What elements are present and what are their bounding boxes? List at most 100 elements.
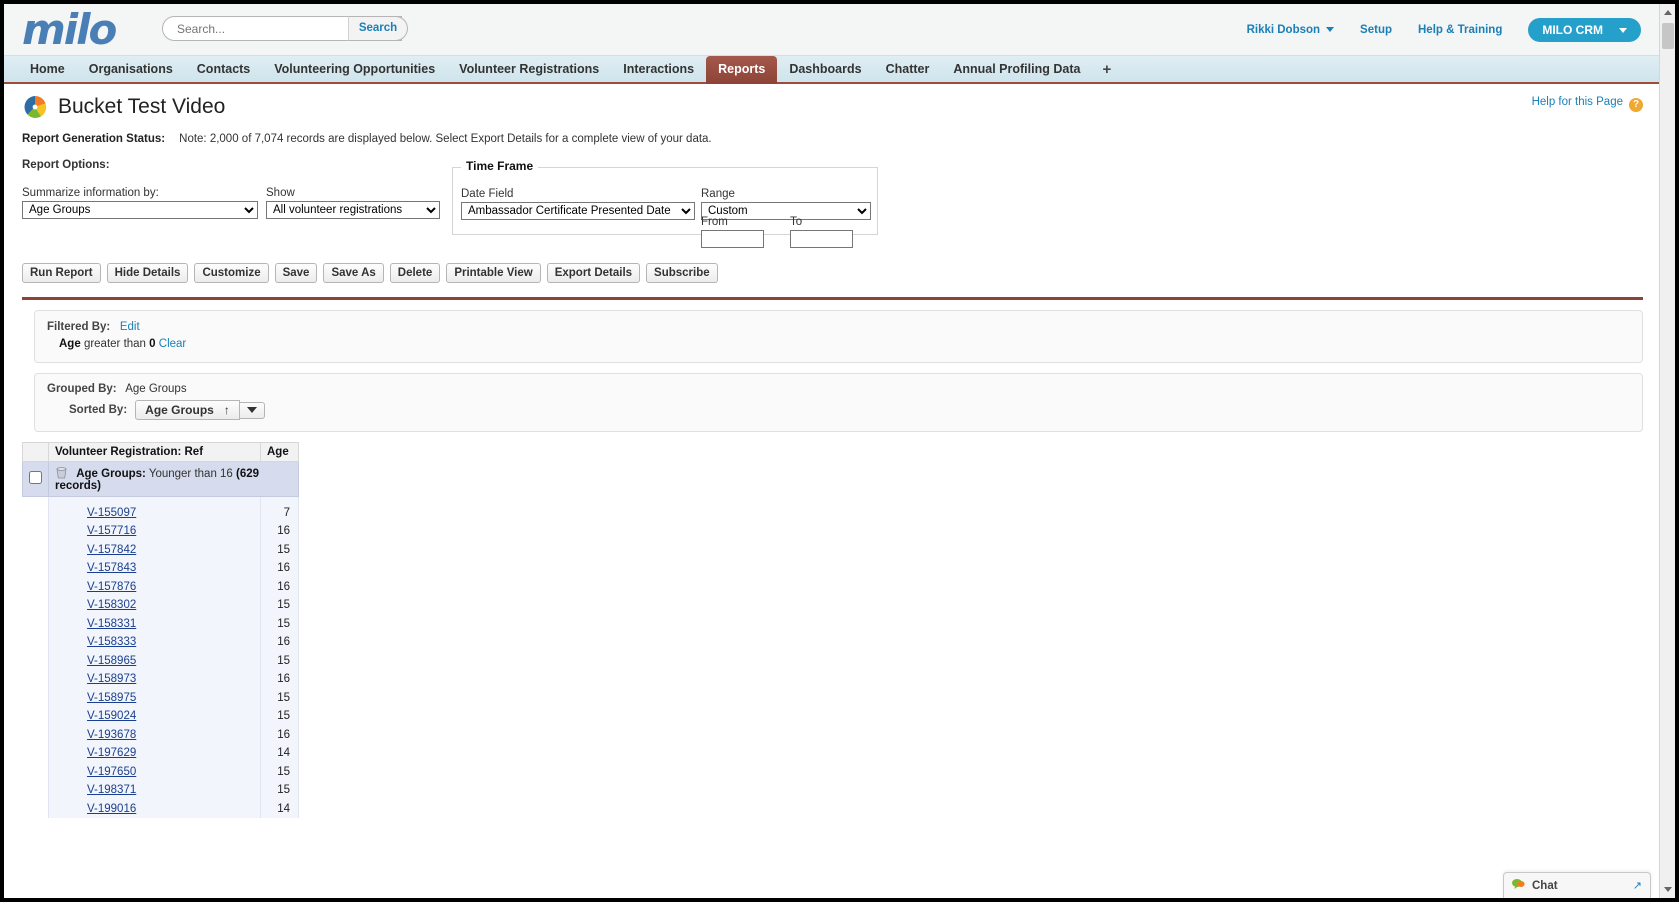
table-row[interactable]: V-197650 15 [22,762,299,781]
chat-expand-icon[interactable]: ↗ [1633,879,1642,892]
column-header-ref[interactable]: Volunteer Registration: Ref [48,442,261,462]
row-ref-cell[interactable]: V-199016 [48,799,261,818]
registration-ref-link[interactable]: V-157876 [87,581,136,593]
to-group: To [790,216,853,248]
registration-ref-link[interactable]: V-158975 [87,692,136,704]
registration-ref-link[interactable]: V-157842 [87,544,136,556]
row-ref-cell[interactable]: V-158302 [48,596,261,615]
hide-details-button[interactable]: Hide Details [106,263,189,283]
row-ref-cell[interactable]: V-197629 [48,744,261,763]
setup-link[interactable]: Setup [1360,24,1392,36]
save-button[interactable]: Save [274,263,318,283]
printable-view-button[interactable]: Printable View [446,263,541,283]
scroll-down-button[interactable] [1660,881,1675,898]
table-row[interactable]: V-198371 15 [22,781,299,800]
row-ref-cell[interactable]: V-157876 [48,577,261,596]
table-row[interactable]: V-158973 16 [22,670,299,689]
registration-ref-link[interactable]: V-158331 [87,618,136,630]
table-row[interactable]: V-193678 16 [22,725,299,744]
sort-dropdown-button[interactable] [239,401,265,419]
registration-ref-link[interactable]: V-158973 [87,673,136,685]
table-row[interactable]: V-158331 15 [22,614,299,633]
row-ref-cell[interactable]: V-157842 [48,540,261,559]
vertical-scrollbar[interactable] [1659,4,1675,898]
app-switcher-button[interactable]: MILO CRM [1528,18,1641,42]
table-row[interactable]: V-157876 16 [22,577,299,596]
tab-interactions[interactable]: Interactions [611,56,706,84]
user-menu[interactable]: Rikki Dobson [1247,24,1335,36]
registration-ref-link[interactable]: V-158333 [87,636,136,648]
tab-home[interactable]: Home [18,56,77,84]
show-select[interactable]: All volunteer registrations [266,201,440,219]
table-row[interactable]: V-159024 15 [22,707,299,726]
milo-logo[interactable]: milo [22,6,117,54]
row-ref-cell[interactable]: V-158975 [48,688,261,707]
table-row[interactable]: V-158965 15 [22,651,299,670]
registration-ref-link[interactable]: V-155097 [87,507,136,519]
row-ref-cell[interactable]: V-157716 [48,522,261,541]
table-row[interactable]: V-158333 16 [22,633,299,652]
table-row[interactable]: V-158302 15 [22,596,299,615]
registration-ref-link[interactable]: V-193678 [87,729,136,741]
scroll-up-button[interactable] [1660,4,1675,21]
tab-reports[interactable]: Reports [706,56,778,84]
delete-button[interactable]: Delete [389,263,441,283]
export-details-button[interactable]: Export Details [546,263,641,283]
summarize-select[interactable]: Age Groups [22,201,258,219]
group-checkbox[interactable] [29,471,42,484]
help-training-link[interactable]: Help & Training [1418,24,1502,36]
tab-organisations[interactable]: Organisations [77,56,185,84]
registration-ref-link[interactable]: V-197629 [87,747,136,759]
tab-contacts[interactable]: Contacts [185,56,262,84]
scrollbar-thumb[interactable] [1662,23,1674,49]
sort-by-button[interactable]: Age Groups ↑ [135,400,240,420]
date-field-select[interactable]: Ambassador Certificate Presented Date [461,202,695,220]
row-ref-cell[interactable]: V-198371 [48,781,261,800]
group-select-cell[interactable] [22,461,49,497]
to-date-input[interactable] [790,230,853,248]
table-row[interactable]: V-155097 7 [22,503,299,522]
row-ref-cell[interactable]: V-158973 [48,670,261,689]
row-ref-cell[interactable]: V-155097 [48,503,261,522]
tab-volunteering-opportunities[interactable]: Volunteering Opportunities [262,56,447,84]
chat-widget[interactable]: Chat ↗ [1503,872,1651,898]
customize-button[interactable]: Customize [194,263,269,283]
registration-ref-link[interactable]: V-197650 [87,766,136,778]
table-row[interactable]: V-157843 16 [22,559,299,578]
app-switcher-label: MILO CRM [1542,23,1603,37]
tab-chatter[interactable]: Chatter [874,56,942,84]
tab-annual-profiling-data[interactable]: Annual Profiling Data [941,56,1092,84]
filter-clear-link[interactable]: Clear [159,338,186,350]
table-row[interactable]: V-157716 16 [22,522,299,541]
registration-ref-link[interactable]: V-158965 [87,655,136,667]
subscribe-button[interactable]: Subscribe [646,263,718,283]
row-ref-cell[interactable]: V-197650 [48,762,261,781]
help-for-this-page-link[interactable]: Help for this Page? [1532,96,1643,112]
registration-ref-link[interactable]: V-198371 [87,784,136,796]
add-tab-button[interactable]: + [1092,58,1121,84]
row-ref-cell[interactable]: V-193678 [48,725,261,744]
tab-dashboards[interactable]: Dashboards [777,56,873,84]
registration-ref-link[interactable]: V-199016 [87,803,136,815]
save-as-button[interactable]: Save As [323,263,384,283]
table-row[interactable]: V-158975 15 [22,688,299,707]
column-header-age[interactable]: Age [260,442,299,462]
registration-ref-link[interactable]: V-158302 [87,599,136,611]
table-row[interactable]: V-157842 15 [22,540,299,559]
registration-ref-link[interactable]: V-159024 [87,710,136,722]
search-button[interactable]: Search [348,16,408,41]
row-ref-cell[interactable]: V-158965 [48,651,261,670]
bucket-icon [55,466,68,479]
filter-edit-link[interactable]: Edit [120,321,140,333]
row-ref-cell[interactable]: V-157843 [48,559,261,578]
row-ref-cell[interactable]: V-158333 [48,633,261,652]
table-row[interactable]: V-199016 14 [22,799,299,818]
row-ref-cell[interactable]: V-159024 [48,707,261,726]
tab-volunteer-registrations[interactable]: Volunteer Registrations [447,56,611,84]
row-ref-cell[interactable]: V-158331 [48,614,261,633]
from-date-input[interactable] [701,230,764,248]
registration-ref-link[interactable]: V-157716 [87,525,136,537]
run-report-button[interactable]: Run Report [22,263,101,283]
registration-ref-link[interactable]: V-157843 [87,562,136,574]
table-row[interactable]: V-197629 14 [22,744,299,763]
